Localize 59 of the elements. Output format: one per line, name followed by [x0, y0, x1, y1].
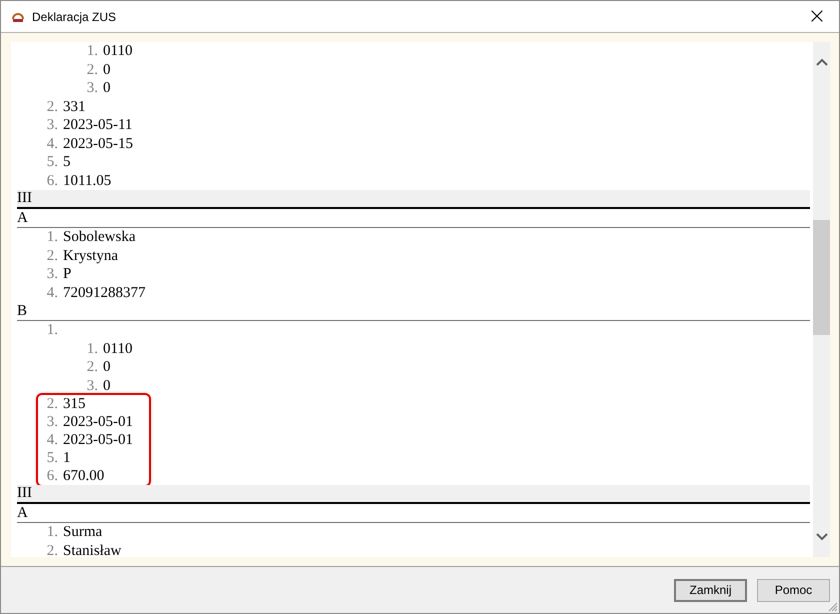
- item-number: 1.: [46, 228, 58, 246]
- dialog-button[interactable]: Zamknij: [674, 578, 747, 602]
- item-value: 315: [63, 395, 86, 413]
- item-value: P: [63, 265, 72, 284]
- item-number: 3.: [46, 265, 58, 284]
- item-number: 2.: [46, 246, 58, 265]
- close-button[interactable]: ×: [795, 2, 839, 32]
- item-value: 0: [103, 79, 110, 98]
- item-value: 2023-05-01: [63, 413, 133, 431]
- item-value: 1011.05: [63, 172, 112, 190]
- item-value: 331: [63, 98, 86, 116]
- item-value: 0: [103, 376, 110, 395]
- section-heading: III: [17, 485, 810, 504]
- item-value: Surma: [63, 523, 102, 542]
- item-number: 3.: [86, 376, 98, 395]
- scroll-up-icon[interactable]: [816, 58, 828, 66]
- item-value: 2023-05-01: [63, 431, 133, 449]
- item-value: 2023-05-15: [63, 134, 133, 153]
- item-number: 2.: [86, 60, 98, 79]
- item-number: 3.: [46, 413, 58, 431]
- scroll-thumb[interactable]: [813, 220, 830, 335]
- item-number: 5.: [46, 153, 58, 172]
- item-value: Sobolewska: [63, 228, 136, 246]
- item-value: 5: [63, 153, 70, 172]
- item-number: 1.: [86, 42, 98, 60]
- subsection-heading: A: [17, 209, 810, 228]
- item-number: 6.: [46, 467, 58, 485]
- item-value: 0: [103, 60, 110, 79]
- subsection-heading: B: [17, 302, 810, 321]
- section-heading: III: [17, 190, 810, 209]
- item-number: 3.: [86, 79, 98, 98]
- item-value: 72091288377: [63, 284, 146, 302]
- item-number: 4.: [46, 431, 58, 449]
- item-number: 3.: [46, 116, 58, 134]
- item-value: 670.00: [63, 467, 104, 485]
- item-number: 1.: [46, 523, 58, 542]
- item-value: 0110: [103, 340, 132, 358]
- item-value: Stanisław: [63, 542, 122, 557]
- item-number: 2.: [86, 358, 98, 376]
- scrollbar[interactable]: [813, 42, 830, 557]
- scroll-down-icon[interactable]: [816, 533, 828, 541]
- item-number: 2.: [46, 395, 58, 413]
- item-number: 1.: [46, 321, 58, 340]
- item-number: 4.: [46, 284, 58, 302]
- subsection-heading: A: [17, 504, 810, 523]
- item-number: 1.: [86, 340, 98, 358]
- resize-grip-icon[interactable]: [828, 602, 838, 612]
- item-value: 0: [103, 358, 110, 376]
- dialog-button[interactable]: Pomoc: [757, 578, 830, 602]
- item-number: 4.: [46, 134, 58, 153]
- item-value: 1: [63, 449, 70, 467]
- item-number: 2.: [46, 98, 58, 116]
- item-number: 2.: [46, 542, 58, 557]
- item-value: 0110: [103, 42, 132, 60]
- item-number: 6.: [46, 172, 58, 190]
- item-number: 5.: [46, 449, 58, 467]
- item-value: 2023-05-11: [63, 116, 132, 134]
- item-value: Krystyna: [63, 246, 118, 265]
- window-title: Deklaracja ZUS: [32, 10, 116, 24]
